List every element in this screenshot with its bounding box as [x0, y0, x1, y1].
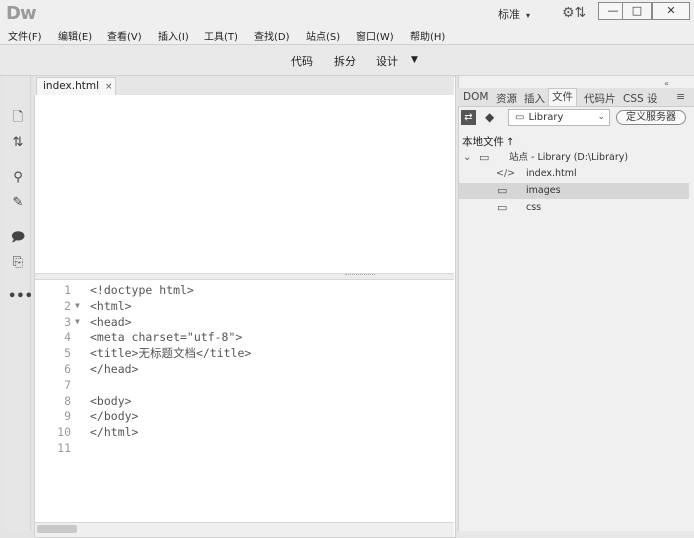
code-text: <!doctype html>	[90, 283, 194, 297]
menu-bar: 文件(F) 编辑(E) 查看(V) 插入(I) 工具(T) 查找(D) 站点(S…	[0, 26, 694, 45]
menu-site[interactable]: 站点(S)	[306, 28, 340, 43]
folder-icon: ▭	[497, 184, 508, 197]
line-number: 1	[64, 283, 71, 297]
tab-dom[interactable]: DOM	[463, 91, 488, 103]
comment-icon[interactable]: 🗩	[8, 229, 28, 247]
tab-files[interactable]: 文件	[548, 88, 577, 106]
document-tab-label: index.html	[43, 80, 99, 92]
split-view-button[interactable]: 拆分	[334, 53, 356, 69]
horizontal-scrollbar[interactable]	[37, 525, 77, 533]
code-view-button[interactable]: 代码	[291, 53, 313, 69]
tree-row-site[interactable]: ⌄ ▭ 站点 - Library (D:\Library)	[459, 150, 689, 166]
line-number: 9	[64, 409, 71, 424]
chevron-down-icon: ⌄	[597, 112, 605, 122]
folder-icon: ▭	[479, 151, 490, 164]
snippet-icon[interactable]: ⎘	[8, 254, 28, 272]
panel-tabs: DOM 资源 插入 文件 代码片 CSS 设	[458, 88, 694, 107]
panel-footer	[458, 531, 694, 537]
line-number: 7	[64, 377, 71, 392]
code-text: <html>	[90, 298, 132, 313]
folder-icon: ▭	[497, 201, 508, 214]
expand-toggle-icon[interactable]: ⌄	[463, 150, 471, 166]
code-text: </body>	[90, 409, 139, 424]
close-button[interactable]: ✕	[652, 2, 690, 20]
line-number: 4	[64, 330, 71, 345]
menu-window[interactable]: 窗口(W)	[356, 28, 394, 43]
code-text: <head>	[90, 314, 132, 329]
close-tab-icon[interactable]: ×	[105, 82, 113, 92]
menu-edit[interactable]: 编辑(E)	[58, 28, 92, 43]
code-text: <body>	[90, 393, 132, 408]
new-file-icon[interactable]: 🗋	[8, 109, 28, 127]
brush-icon[interactable]: ✎	[8, 194, 28, 212]
split-grip	[345, 274, 375, 278]
menu-help[interactable]: 帮助(H)	[410, 28, 445, 43]
title-bar	[0, 0, 694, 26]
connect-icon[interactable]: ⇄	[461, 110, 476, 125]
sync-settings-icon[interactable]: ⚙⇅	[562, 5, 586, 21]
tab-assets[interactable]: 资源	[496, 91, 517, 106]
code-text: <title>无标题文档</title>	[90, 346, 252, 361]
document-tab[interactable]: index.html ×	[36, 77, 116, 95]
design-view[interactable]	[35, 95, 454, 273]
tree-row-css[interactable]: ▭ css	[459, 200, 689, 216]
fold-toggle-icon[interactable]: ▼	[75, 314, 80, 330]
line-number: 11	[57, 441, 71, 455]
line-number: 5	[64, 346, 71, 361]
git-icon[interactable]: ◆	[485, 110, 494, 124]
site-select[interactable]: ▭ Library ⌄	[508, 109, 610, 126]
document-status-bar	[35, 522, 454, 537]
view-toolbar: 代码 拆分 设计 ▼	[0, 45, 694, 76]
menu-file[interactable]: 文件(F)	[8, 28, 42, 43]
app-logo: Dw	[6, 3, 37, 24]
tab-insert[interactable]: 插入	[524, 91, 545, 106]
site-select-value: Library	[528, 112, 564, 123]
tree-row-label: 站点 - Library (D:\Library)	[509, 152, 629, 163]
line-number: 10	[57, 425, 71, 440]
tab-snippets[interactable]: 代码片	[584, 91, 616, 106]
workspace-label: 标准	[498, 8, 520, 21]
left-toolbar: 🗋 ⇅ ⚲ ✎ 🗩 ⎘ •••	[4, 76, 33, 531]
sort-icon[interactable]: ⇅	[8, 134, 28, 152]
maximize-button[interactable]: □	[622, 2, 652, 20]
define-server-button[interactable]: 定义服务器	[616, 110, 686, 125]
design-view-button[interactable]: 设计	[376, 53, 398, 69]
chevron-down-icon: ▾	[526, 11, 531, 20]
menu-view[interactable]: 查看(V)	[107, 28, 142, 43]
line-number: 6	[64, 362, 71, 376]
code-file-icon: </>	[496, 168, 516, 179]
view-options-dropdown[interactable]: ▼	[411, 55, 418, 65]
workspace-switcher[interactable]: 标准 ▾	[498, 6, 530, 22]
split-divider[interactable]	[35, 273, 454, 280]
code-text: </head>	[90, 362, 139, 376]
sort-arrow-icon: ↑	[506, 137, 515, 148]
line-number: 3	[64, 314, 71, 329]
menu-tools[interactable]: 工具(T)	[204, 28, 238, 43]
folder-icon: ▭	[515, 112, 525, 123]
tree-row-label: index.html	[526, 168, 577, 179]
menu-insert[interactable]: 插入(I)	[158, 28, 189, 43]
filter-icon[interactable]: ⚲	[8, 169, 28, 187]
tab-css-designer[interactable]: CSS 设	[623, 91, 658, 106]
code-text: <meta charset="utf-8">	[90, 330, 243, 345]
tree-row-images[interactable]: ▭ images	[459, 183, 689, 199]
collapse-panel-icon[interactable]: «	[664, 79, 669, 88]
more-icon[interactable]: •••	[8, 288, 33, 306]
local-files-header[interactable]: 本地文件 ↑	[462, 134, 514, 149]
tree-row-label: css	[526, 202, 542, 213]
panel-menu-icon[interactable]: ≡	[676, 90, 685, 103]
local-files-label: 本地文件	[462, 136, 504, 148]
line-number: 8	[64, 393, 71, 408]
line-number: 2	[64, 298, 71, 313]
code-editor[interactable]: 1 <!doctype html> 2 ▼ <html> 3 ▼ <head> 4 <meta c…	[35, 280, 454, 520]
fold-toggle-icon[interactable]: ▼	[75, 298, 80, 314]
menu-find[interactable]: 查找(D)	[254, 28, 290, 43]
tree-row-index-html[interactable]: </> index.html	[459, 166, 689, 182]
tree-row-label: images	[526, 185, 561, 196]
code-text: </html>	[90, 425, 139, 440]
